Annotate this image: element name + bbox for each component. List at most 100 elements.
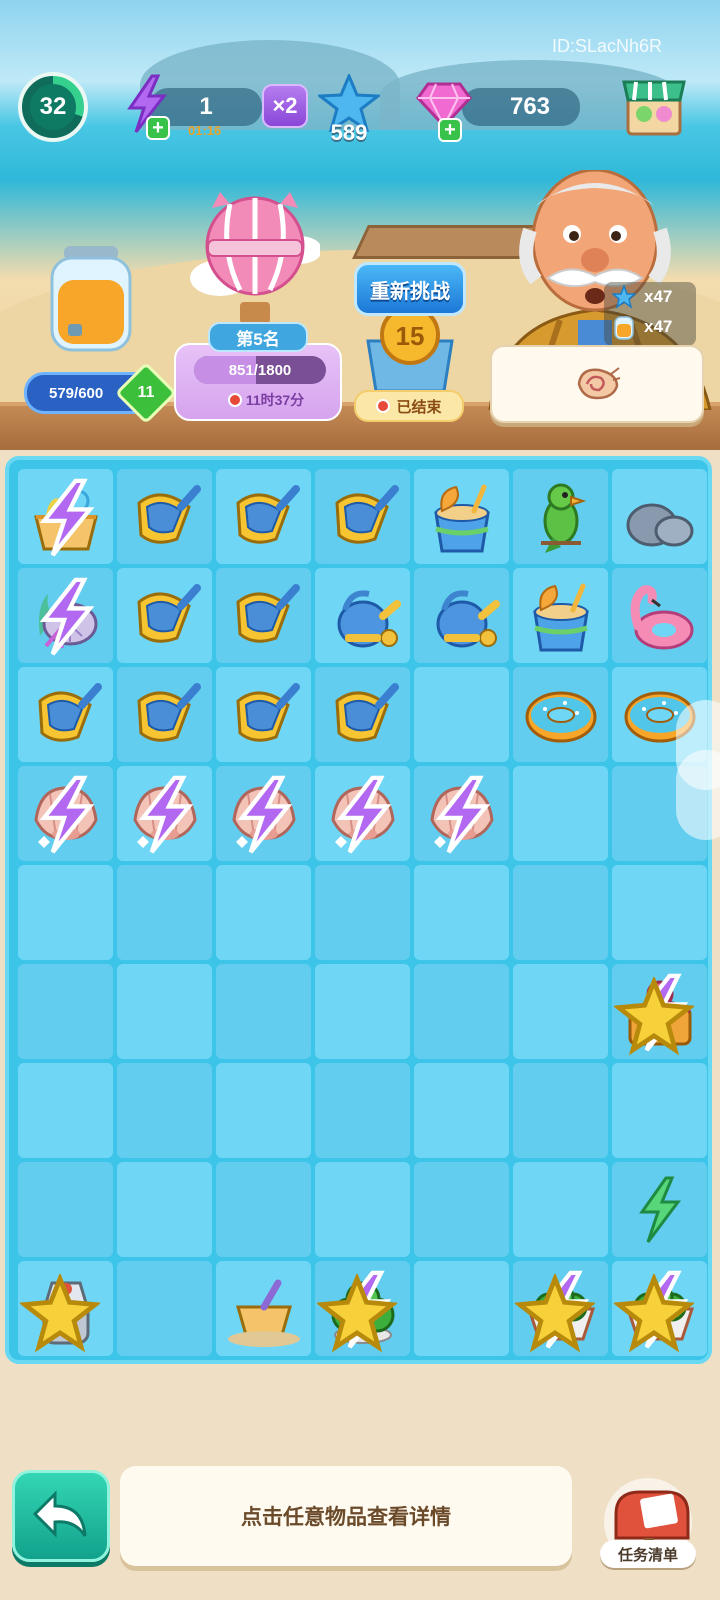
board-cell[interactable] bbox=[117, 469, 212, 564]
board-cell[interactable] bbox=[414, 1261, 509, 1356]
board-cell[interactable] bbox=[18, 865, 113, 960]
gems-counter[interactable]: 763 bbox=[462, 88, 580, 126]
board-cell[interactable] bbox=[216, 766, 311, 861]
board-cell[interactable] bbox=[216, 865, 311, 960]
star-badge-icon bbox=[614, 1274, 694, 1353]
star-icon bbox=[612, 285, 636, 309]
sand-scoop-icon bbox=[235, 682, 300, 742]
shop-icon[interactable] bbox=[622, 72, 686, 138]
merge-board bbox=[5, 456, 712, 1364]
board-cell[interactable] bbox=[612, 568, 707, 663]
board-cell[interactable] bbox=[216, 1261, 311, 1356]
board-cell[interactable] bbox=[216, 667, 311, 762]
sand-scoop-icon bbox=[136, 682, 201, 742]
hint-text: 点击任意物品查看详情 bbox=[241, 1506, 451, 1529]
board-cell[interactable] bbox=[117, 1261, 212, 1356]
energy-badge-icon bbox=[39, 478, 95, 557]
board-cell[interactable] bbox=[18, 1162, 113, 1257]
board-cell[interactable] bbox=[414, 1063, 509, 1158]
board-cell[interactable] bbox=[117, 964, 212, 1059]
board-cell[interactable] bbox=[117, 1063, 212, 1158]
retry-challenge-button[interactable]: 重新挑战 bbox=[354, 262, 466, 316]
energy-badge-icon bbox=[39, 577, 95, 656]
board-cell[interactable] bbox=[513, 667, 608, 762]
board-cell[interactable] bbox=[117, 865, 212, 960]
board-cell[interactable] bbox=[315, 469, 410, 564]
board-cell[interactable] bbox=[216, 469, 311, 564]
back-button[interactable] bbox=[12, 1470, 110, 1562]
juice-jar-icon bbox=[614, 316, 634, 340]
coin-number: 15 bbox=[396, 321, 425, 351]
board-cell[interactable] bbox=[414, 667, 509, 762]
board-cell[interactable] bbox=[414, 568, 509, 663]
watering-can-icon bbox=[436, 589, 500, 647]
board-cell[interactable] bbox=[117, 667, 212, 762]
side-bubble[interactable] bbox=[676, 750, 720, 840]
energy-multiplier-button[interactable]: ×2 bbox=[262, 84, 308, 128]
board-cell[interactable] bbox=[315, 964, 410, 1059]
hot-air-balloon-icon[interactable] bbox=[190, 190, 320, 330]
board-cell[interactable] bbox=[216, 568, 311, 663]
board-cell[interactable] bbox=[315, 865, 410, 960]
order-card[interactable] bbox=[490, 345, 704, 423]
event-ended-label: 已结束 bbox=[396, 398, 442, 416]
board-cell[interactable] bbox=[216, 1162, 311, 1257]
board-cell[interactable] bbox=[18, 667, 113, 762]
board-cell[interactable] bbox=[18, 1261, 113, 1356]
board-cell[interactable] bbox=[216, 1063, 311, 1158]
task-list-button[interactable]: 任务清单 bbox=[600, 1540, 696, 1568]
board-cell[interactable] bbox=[414, 1162, 509, 1257]
player-level-badge[interactable]: 32 bbox=[18, 72, 88, 142]
clock-icon bbox=[227, 393, 242, 407]
board-cell[interactable] bbox=[513, 766, 608, 861]
energy-value: 1 bbox=[199, 93, 213, 120]
sand-scoop-icon bbox=[334, 484, 399, 544]
energy-badge-icon bbox=[336, 775, 392, 854]
board-cell[interactable] bbox=[315, 766, 410, 861]
board-cell[interactable] bbox=[612, 469, 707, 564]
board-cell[interactable] bbox=[612, 1162, 707, 1257]
board-cell[interactable] bbox=[315, 1063, 410, 1158]
sand-basket-icon bbox=[227, 1279, 300, 1347]
board-cell[interactable] bbox=[513, 568, 608, 663]
board-cell[interactable] bbox=[513, 1063, 608, 1158]
board-cell[interactable] bbox=[513, 1162, 608, 1257]
player-id: ID:SLacNh6R bbox=[551, 36, 662, 56]
board-cell[interactable] bbox=[612, 964, 707, 1059]
board-cell[interactable] bbox=[513, 865, 608, 960]
juice-jar-icon[interactable] bbox=[46, 244, 136, 354]
board-cell[interactable] bbox=[414, 469, 509, 564]
board-cell[interactable] bbox=[414, 766, 509, 861]
board-cell[interactable] bbox=[18, 766, 113, 861]
board-cell[interactable] bbox=[18, 964, 113, 1059]
board-cell[interactable] bbox=[117, 568, 212, 663]
sand-scoop-icon bbox=[235, 484, 300, 544]
board-cell[interactable] bbox=[216, 964, 311, 1059]
board-cell[interactable] bbox=[414, 964, 509, 1059]
board-cell[interactable] bbox=[612, 865, 707, 960]
add-gems-button[interactable]: + bbox=[438, 118, 462, 142]
board-cell[interactable] bbox=[513, 964, 608, 1059]
board-cell[interactable] bbox=[315, 667, 410, 762]
board-cell[interactable] bbox=[117, 1162, 212, 1257]
add-energy-button[interactable]: + bbox=[146, 116, 170, 140]
stars-value: 589 bbox=[330, 120, 368, 145]
board-cell[interactable] bbox=[315, 1261, 410, 1356]
board-cell[interactable] bbox=[315, 1162, 410, 1257]
board-cell[interactable] bbox=[513, 469, 608, 564]
board-cell[interactable] bbox=[18, 1063, 113, 1158]
energy-badge-icon bbox=[237, 775, 293, 854]
board-cell[interactable] bbox=[612, 1063, 707, 1158]
board-cell[interactable] bbox=[18, 568, 113, 663]
star-badge-icon bbox=[317, 1274, 397, 1353]
coin-box-icon: 15 bbox=[366, 305, 454, 393]
board-cell[interactable] bbox=[513, 1261, 608, 1356]
board-cell[interactable] bbox=[18, 469, 113, 564]
board-cell[interactable] bbox=[315, 568, 410, 663]
board-cell[interactable] bbox=[117, 766, 212, 861]
board-cell[interactable] bbox=[612, 1261, 707, 1356]
event-rank: 第5名 bbox=[208, 322, 308, 352]
board-cell[interactable] bbox=[414, 865, 509, 960]
sand-scoop-icon bbox=[136, 484, 201, 544]
juice-level-value: 11 bbox=[137, 384, 155, 401]
